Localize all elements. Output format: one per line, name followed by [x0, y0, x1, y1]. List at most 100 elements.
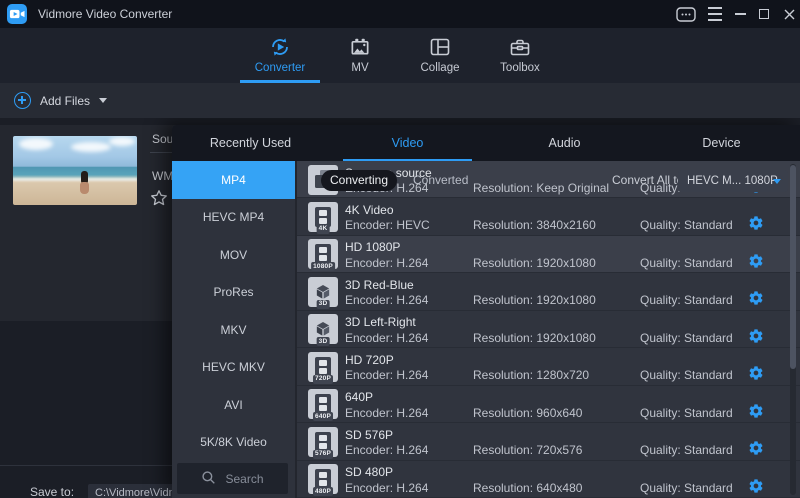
star-icon[interactable] — [150, 189, 168, 210]
nav-tab-converter[interactable]: Converter — [240, 28, 320, 83]
preset-row[interactable]: 480P SD 480P Encoder: H.264 Resolution: … — [297, 461, 800, 498]
settings-gear-icon[interactable] — [748, 290, 764, 306]
app-logo-icon — [7, 4, 27, 24]
settings-gear-icon[interactable] — [748, 253, 764, 269]
preset-encoder: Encoder: H.264 — [345, 293, 428, 307]
preset-encoder: Encoder: H.264 — [345, 331, 428, 345]
nav-tab-collage[interactable]: Collage — [400, 28, 480, 83]
app-window: Vidmore Video Converter Converter MV Col… — [0, 0, 800, 498]
nav-tab-mv[interactable]: MV — [320, 28, 400, 83]
preset-row[interactable]: 720P HD 720P Encoder: H.264 Resolution: … — [297, 348, 800, 385]
3d-video-icon: 3D — [308, 277, 338, 307]
preset-name: HD 720P — [345, 353, 394, 367]
format-tab-recently-used[interactable]: Recently Used — [172, 125, 329, 161]
menu-button[interactable] — [704, 0, 726, 28]
preset-row[interactable]: 3D 3D Left-Right Encoder: H.264 Resoluti… — [297, 311, 800, 348]
main-nav: Converter MV Collage Toolbox — [0, 28, 800, 83]
preset-encoder: Encoder: H.264 — [345, 406, 428, 420]
settings-gear-icon[interactable] — [748, 215, 764, 231]
convert-all-value: HEVC M... 1080P — [687, 170, 778, 192]
sidebar-item-mov[interactable]: MOV — [172, 236, 295, 274]
resolution-badge: 640P — [313, 412, 333, 421]
app-title: Vidmore Video Converter — [38, 0, 172, 28]
resolution-badge: 4K — [317, 225, 330, 234]
preset-encoder: Encoder: H.264 — [345, 443, 428, 457]
resolution-badge: 480P — [313, 487, 333, 496]
search-box[interactable]: Search — [177, 463, 288, 494]
add-files-button[interactable]: Add Files — [14, 83, 107, 118]
titlebar: Vidmore Video Converter — [0, 0, 800, 28]
format-panel-body: MP4 HEVC MP4 MOV ProRes MKV HEVC MKV AVI… — [172, 161, 800, 498]
sidebar-item-mp4[interactable]: MP4 — [172, 161, 295, 199]
settings-gear-icon[interactable] — [748, 440, 764, 456]
settings-gear-icon[interactable] — [748, 478, 764, 494]
preset-row[interactable]: 4K 4K Video Encoder: HEVC Resolution: 38… — [297, 198, 800, 235]
toolbox-icon — [508, 35, 532, 59]
preset-row[interactable]: 576P SD 576P Encoder: H.264 Resolution: … — [297, 423, 800, 460]
feedback-bubble-icon — [676, 7, 696, 22]
nav-tab-toolbox[interactable]: Toolbox — [480, 28, 560, 83]
settings-gear-icon[interactable] — [748, 328, 764, 344]
add-files-caret-icon[interactable] — [99, 98, 107, 103]
preset-encoder: Encoder: H.264 — [345, 256, 428, 270]
preset-name: SD 480P — [345, 465, 393, 479]
resolution-badge: 1080P — [311, 262, 335, 271]
preset-encoder: Encoder: H.264 — [345, 481, 428, 495]
plus-icon — [14, 92, 31, 109]
preset-row[interactable]: 640P 640P Encoder: H.264 Resolution: 960… — [297, 386, 800, 423]
save-to-label: Save to: — [30, 485, 74, 498]
film-strip-icon: 640P — [308, 389, 338, 419]
format-tab-device[interactable]: Device — [643, 125, 800, 161]
chevron-down-icon — [773, 179, 781, 184]
preset-name: 4K Video — [345, 203, 394, 217]
preset-list: Same as source Encoder: H.264 Resolution… — [297, 161, 800, 498]
preset-resolution: Resolution: 3840x2160 — [473, 218, 596, 232]
3d-video-icon: 3D — [308, 314, 338, 344]
preset-resolution: Resolution: 1920x1080 — [473, 293, 596, 307]
maximize-button[interactable] — [754, 0, 774, 28]
close-button[interactable] — [779, 0, 799, 28]
preset-resolution: Resolution: 1920x1080 — [473, 331, 596, 345]
resolution-badge: 576P — [313, 450, 333, 459]
preset-quality: Quality: Standard — [640, 256, 733, 270]
convert-all-label: Convert All to: — [612, 170, 687, 191]
sidebar-item-avi[interactable]: AVI — [172, 386, 295, 424]
settings-gear-icon[interactable] — [748, 365, 764, 381]
film-strip-icon: 1080P — [308, 239, 338, 269]
close-icon — [784, 9, 795, 20]
nav-tabs: Converter MV Collage Toolbox — [240, 28, 560, 83]
sidebar-item-hevc-mkv[interactable]: HEVC MKV — [172, 349, 295, 387]
tab-converting[interactable]: Converting — [321, 170, 397, 191]
preset-quality: Quality: Standard — [640, 218, 733, 232]
camcorder-icon — [7, 4, 27, 24]
search-icon — [201, 470, 216, 488]
preset-resolution: Resolution: 1920x1080 — [473, 256, 596, 270]
sidebar-item-mkv[interactable]: MKV — [172, 311, 295, 349]
preset-row[interactable]: 1080P HD 1080P Encoder: H.264 Resolution… — [297, 236, 800, 273]
film-strip-icon: 576P — [308, 427, 338, 457]
settings-gear-icon[interactable] — [748, 403, 764, 419]
divider — [150, 152, 172, 153]
preset-quality: Quality: Standard — [640, 481, 733, 495]
preset-name: 3D Left-Right — [345, 315, 416, 329]
preset-quality: Quality: Standard — [640, 406, 733, 420]
preset-row[interactable]: 3D 3D Red-Blue Encoder: H.264 Resolution… — [297, 273, 800, 310]
format-panel-tabs: Recently Used Video Audio Device — [172, 125, 800, 161]
sidebar-item-5k-8k-video[interactable]: 5K/8K Video — [172, 424, 295, 462]
tab-converted[interactable]: Converted — [413, 170, 468, 191]
preset-resolution: Resolution: 640x480 — [473, 481, 582, 495]
scrollbar-thumb[interactable] — [790, 165, 796, 369]
format-sidebar: MP4 HEVC MP4 MOV ProRes MKV HEVC MKV AVI… — [172, 161, 297, 498]
format-tab-audio[interactable]: Audio — [486, 125, 643, 161]
minimize-button[interactable] — [730, 0, 750, 28]
convert-all-dropdown[interactable]: HEVC M... 1080P — [678, 170, 788, 192]
preset-name: 3D Red-Blue — [345, 278, 414, 292]
feedback-button[interactable] — [674, 0, 698, 28]
preset-quality: Quality: Standard — [640, 368, 733, 382]
preset-quality: Quality: Standard — [640, 293, 733, 307]
sidebar-item-hevc-mp4[interactable]: HEVC MP4 — [172, 199, 295, 237]
video-thumbnail[interactable] — [13, 136, 137, 205]
sidebar-item-prores[interactable]: ProRes — [172, 274, 295, 312]
add-files-label: Add Files — [40, 94, 90, 108]
format-tab-video[interactable]: Video — [329, 125, 486, 161]
